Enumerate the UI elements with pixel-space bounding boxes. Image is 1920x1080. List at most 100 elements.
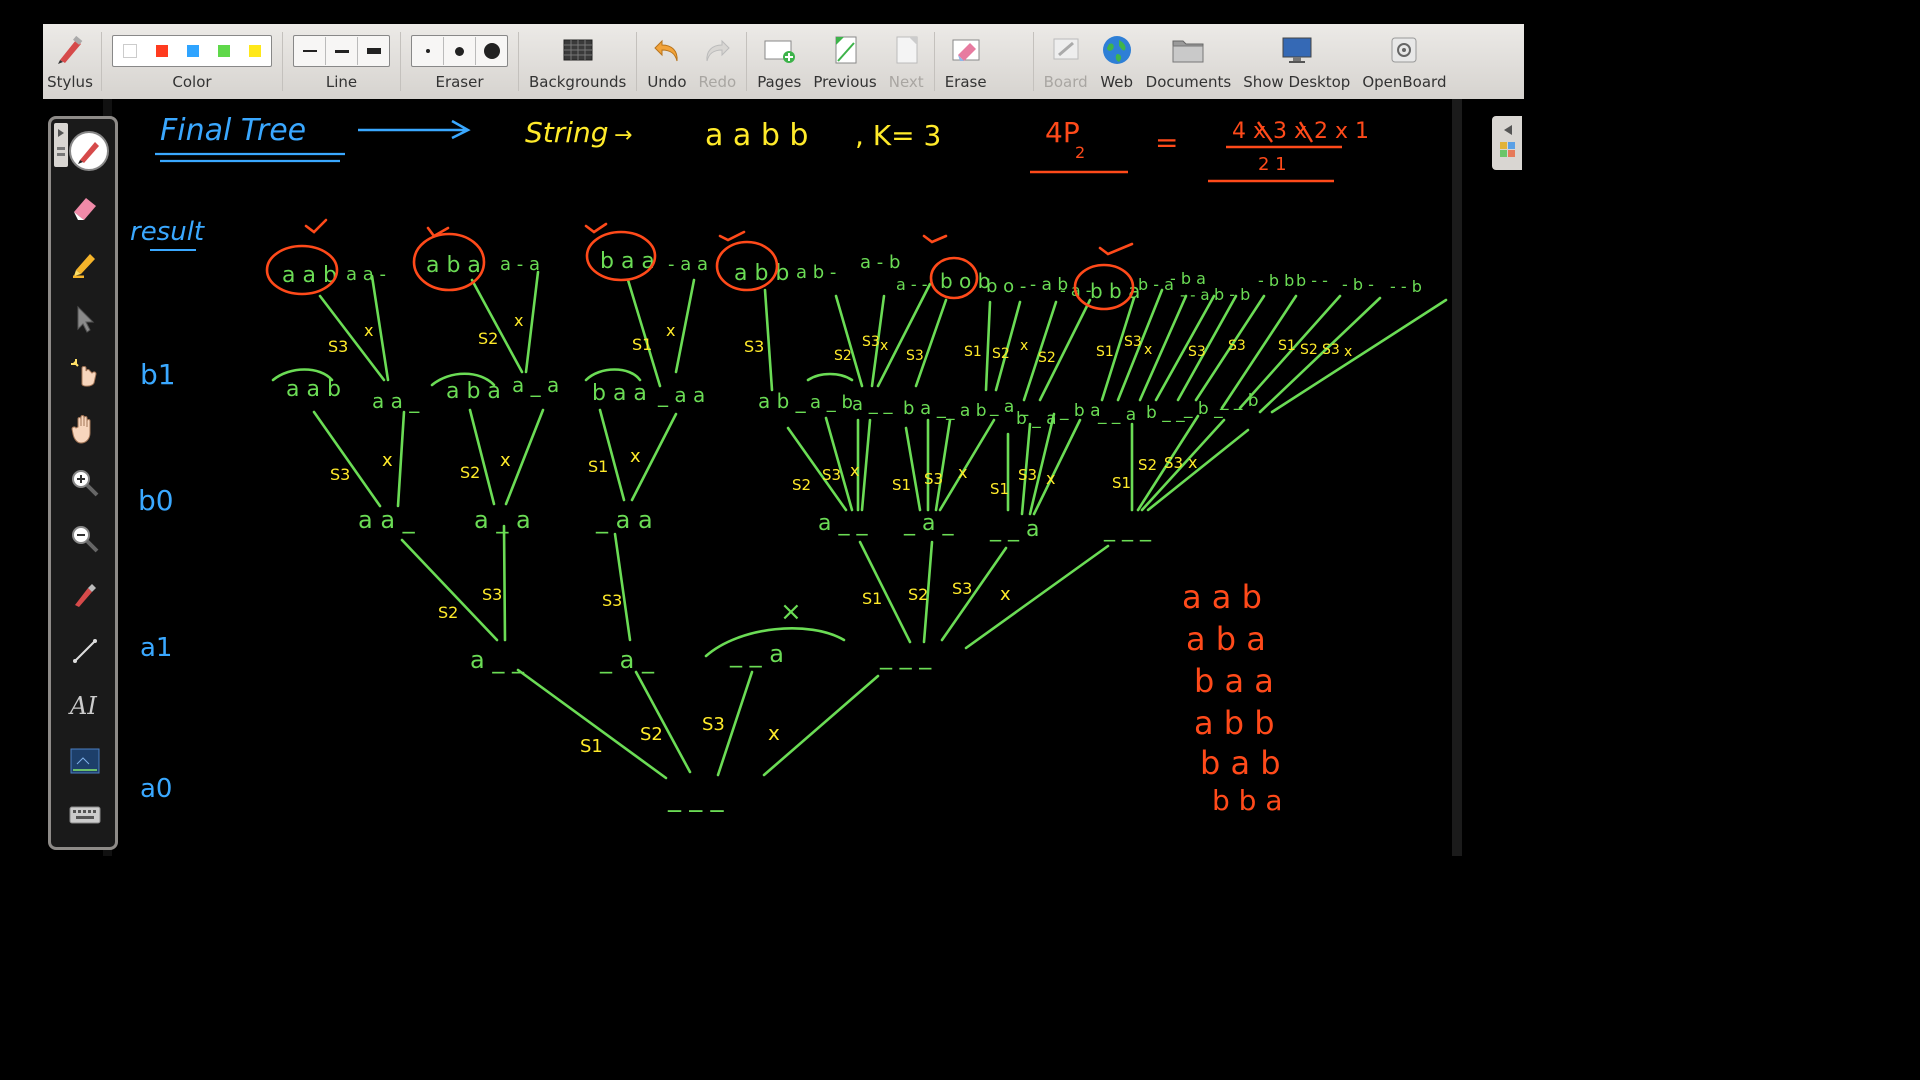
edge-label-s3: S3: [1018, 466, 1037, 484]
edge-label-x: x: [1020, 338, 1028, 354]
string-label: String: [525, 116, 609, 149]
final-result: a a b: [1182, 578, 1262, 616]
tree-node-l1: _ _ _: [879, 642, 932, 670]
tree-node-l3: _ a a: [657, 383, 705, 407]
tree-node-l3: a _ _: [852, 394, 893, 415]
perm-denominator: 2 1: [1258, 154, 1287, 175]
final-results-list: a a b a b a b a a a b b b a b b b a: [1182, 578, 1283, 817]
edge-label-s1: S1: [1096, 344, 1114, 360]
edge-label-s3: S3: [952, 579, 972, 598]
edge-label-x: x: [500, 450, 511, 471]
tree-node-l3: a _ a: [512, 373, 559, 397]
result-node: - a a: [668, 254, 708, 275]
edge-label-s3: S3: [1322, 342, 1340, 358]
edge-label-x: x: [382, 450, 393, 471]
tree-node-l3: a _ b: [810, 392, 853, 413]
tree-node-l3: a a b: [286, 377, 341, 402]
edge-label-s3: S3: [1188, 344, 1206, 360]
k-value: , K= 3: [855, 119, 941, 152]
edge-label-s3: S3: [862, 334, 880, 350]
result-node: - - b: [1390, 277, 1422, 296]
result-node: b - -: [1296, 271, 1328, 290]
final-result: b a a: [1194, 662, 1274, 700]
perm-sub: 2: [1075, 143, 1085, 162]
edge-label-s3: S3: [482, 585, 502, 604]
tree-node-l3: _ b _: [1183, 399, 1223, 419]
tree-node-l1: _ a _: [599, 646, 655, 674]
tree-root: _ _ _: [667, 783, 725, 813]
result-node: - b -: [1342, 275, 1374, 294]
edge-label-x: x: [1144, 342, 1152, 358]
duplicate-arcs: [271, 368, 854, 387]
edge-label-s1: S1: [1112, 474, 1131, 492]
edge-label-s2: S2: [640, 724, 663, 745]
level-label-a0: a0: [140, 774, 172, 804]
edge-label-s2: S2: [834, 348, 852, 364]
edge-label-s1: S1: [632, 335, 652, 354]
edge-label-s1: S1: [1278, 338, 1296, 354]
edge-label-s2: S2: [478, 329, 498, 348]
tree-node-l2: a _ a: [474, 506, 531, 534]
edge-label-s2: S2: [1300, 342, 1318, 358]
result-node: - - a: [1180, 286, 1210, 304]
tree-node-l3: b _ a: [1016, 409, 1057, 429]
final-result: b a b: [1200, 744, 1281, 782]
edge-label-s3: S3: [602, 591, 622, 610]
title-underline: [155, 152, 345, 163]
edge-label-s3: S3: [744, 337, 764, 356]
result-node: b o -: [986, 276, 1026, 297]
result-node: - b b: [1258, 271, 1294, 290]
edge-label-x: x: [630, 446, 641, 467]
board-title: Final Tree: [160, 113, 306, 148]
edge-label-s1: S1: [580, 736, 603, 757]
result-node: a b a: [426, 253, 481, 278]
result-node: b - a: [1138, 275, 1174, 294]
edge-label-x: x: [514, 311, 523, 330]
edge-label-x: x: [880, 338, 888, 354]
result-node: b - b: [1214, 285, 1250, 304]
edge-label-s3: S3: [1228, 338, 1246, 354]
edge-label-s1: S1: [892, 476, 911, 494]
tree-node-l3: a a _: [372, 389, 420, 413]
edge-label-s2: S2: [460, 463, 480, 482]
final-result: b b a: [1212, 784, 1283, 817]
edge-label-x: x: [768, 721, 780, 745]
board-ink-drawing: .hw{font-family:"DejaVu Sans",sans-serif…: [130, 113, 1448, 817]
edge-label-s3: S3: [1124, 334, 1142, 350]
perm-equals: =: [1155, 126, 1178, 159]
tree-node-l2: _ a _: [903, 511, 954, 536]
edge-label-x: x: [1046, 469, 1055, 488]
level-label-b0: b0: [138, 484, 174, 517]
edge-label-s2: S2: [908, 585, 928, 604]
edge-label-s3: S3: [330, 465, 350, 484]
tree-node-l3: _ _ a: [1097, 405, 1136, 425]
final-result: a b b: [1194, 704, 1275, 742]
tree-node-l2: _ _ _: [1103, 517, 1152, 542]
result-node: a b -: [796, 262, 836, 283]
edge-label-s3: S3: [924, 470, 943, 488]
edge-label-s2: S2: [1138, 456, 1157, 474]
string-value: a a b b: [705, 118, 808, 153]
edge-label-x: x: [1000, 584, 1011, 605]
edge-label-s1: S1: [588, 457, 608, 476]
edge-label-s2: S2: [438, 603, 458, 622]
tree-node-l2: a _ _: [818, 511, 868, 536]
tree-node-l3: b a a: [592, 381, 647, 406]
edge-label-s3: S3: [822, 466, 841, 484]
edge-label-x: x: [958, 463, 967, 482]
level-label-b1: b1: [140, 358, 176, 391]
tree-node-l3: _ b a: [1059, 401, 1101, 421]
tree-node-l1: a _ _: [470, 646, 525, 674]
tree-node-l3: a b _: [758, 389, 807, 413]
edge-label-x: x: [1188, 453, 1197, 472]
result-node: a - -: [896, 275, 928, 294]
level-label-a1: a1: [140, 633, 172, 663]
string-arrow: →: [614, 123, 632, 148]
final-result: a b a: [1186, 620, 1266, 658]
result-node: a b b: [734, 261, 789, 286]
edge-label-x: x: [364, 321, 373, 340]
result-nodes: a a b a a - a b a a - a b a a - a a a b …: [282, 249, 1422, 304]
tree-node-l3: a b a: [446, 379, 501, 404]
tree-node-l3: b _ _: [1146, 403, 1185, 423]
edge-label-s3: S3: [702, 714, 725, 735]
